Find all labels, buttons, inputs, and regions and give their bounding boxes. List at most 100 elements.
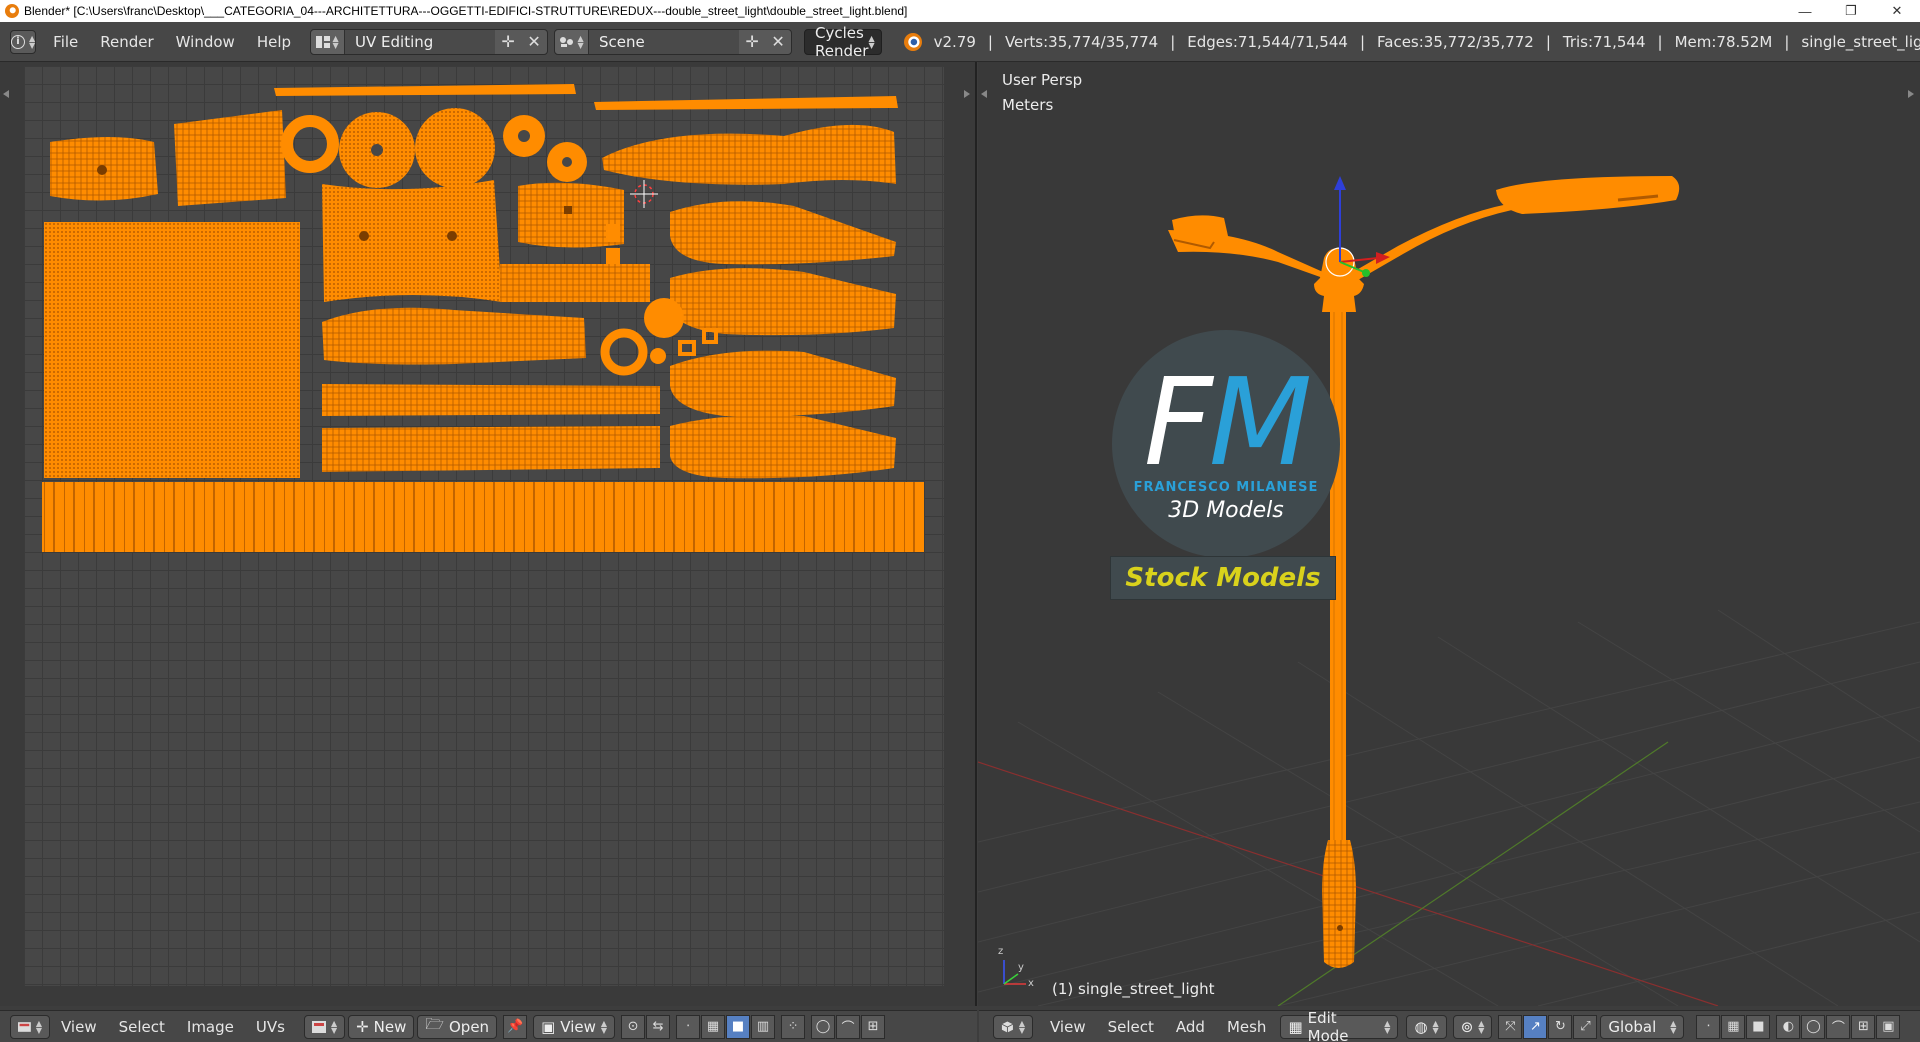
uv-island	[594, 96, 898, 110]
menu-file[interactable]: File	[42, 29, 89, 55]
logo-monogram: FM	[1143, 354, 1313, 493]
scene-icon: ▲ ▼	[555, 29, 590, 54]
uv-image-editor[interactable]	[0, 62, 977, 1006]
3d-viewport[interactable]: User Persp Meters z y x FM FRANCESCO MIL…	[978, 62, 1920, 1006]
region-toggle-icon[interactable]	[964, 90, 970, 98]
occlude-geometry-icon[interactable]: ◐	[1776, 1014, 1801, 1039]
menu-help[interactable]: Help	[246, 29, 302, 55]
viewport-shading-selector[interactable]: ◍ ▲ ▼	[1406, 1014, 1447, 1039]
edge-select-icon[interactable]: ▦	[1721, 1014, 1746, 1039]
close-button[interactable]: ✕	[1874, 0, 1920, 22]
uv-island	[702, 328, 718, 344]
uv-island-hole	[447, 231, 457, 241]
uv-island-hole	[359, 231, 369, 241]
uv-island	[670, 350, 896, 417]
remove-scene-icon[interactable]: ✕	[765, 30, 791, 54]
scene-statistics: v2.79 | Verts:35,774/35,774 | Edges:71,544…	[903, 32, 1920, 51]
stat-object: single_street_light	[1801, 32, 1920, 51]
2d-cursor-icon[interactable]	[630, 180, 658, 208]
image-browse-button[interactable]: ▲ ▼	[303, 1014, 346, 1039]
watermark-logo: FM FRANCESCO MILANESE 3D Models	[1112, 330, 1340, 558]
menu-render[interactable]: Render	[89, 29, 164, 55]
uv-menu-image[interactable]: Image	[176, 1014, 245, 1040]
render-preview-icon[interactable]: ▣	[1876, 1014, 1901, 1039]
uv-island	[602, 124, 896, 185]
editor-type-uv-selector[interactable]: ▲ ▼	[10, 1014, 50, 1039]
face-select-icon[interactable]: ■	[726, 1014, 751, 1039]
add-scene-icon[interactable]: ✛	[739, 30, 765, 54]
logo-author-name: FRANCESCO MILANESE	[1133, 480, 1319, 495]
view-mode-selector[interactable]: ▣ View ▲ ▼	[533, 1014, 616, 1039]
manipulator-toggle-icon[interactable]: ⤧	[1498, 1014, 1523, 1039]
scene-render	[978, 176, 1920, 1006]
editor-type-3d-selector[interactable]: ▲ ▼	[993, 1014, 1033, 1039]
pivot-icon: ⊚	[1460, 1017, 1474, 1036]
island-select-icon[interactable]: ▥	[751, 1014, 776, 1039]
folder-icon: 🗁	[425, 1015, 444, 1033]
minimize-button[interactable]: —	[1782, 0, 1828, 22]
uv-island	[650, 348, 666, 364]
vp-menu-add[interactable]: Add	[1165, 1014, 1216, 1040]
vp-menu-select[interactable]: Select	[1097, 1014, 1165, 1040]
vertex-select-icon[interactable]: ⋅	[676, 1014, 701, 1039]
active-object-label: (1) single_street_light	[1052, 980, 1215, 998]
uv-island-hole	[564, 206, 572, 214]
uv-island	[44, 222, 300, 478]
image-icon	[311, 1020, 326, 1033]
snap-icon[interactable]: ⌒	[1826, 1014, 1851, 1039]
sticky-select-icon[interactable]: ⁘	[781, 1014, 806, 1039]
add-screen-icon[interactable]: ✛	[495, 30, 521, 54]
uv-island	[281, 115, 339, 173]
uv-island	[174, 110, 286, 206]
transform-orientation-selector[interactable]: Global ▲ ▼	[1600, 1014, 1685, 1039]
uv-menu-view[interactable]: View	[50, 1014, 108, 1040]
remove-screen-icon[interactable]: ✕	[521, 30, 547, 54]
uv-island-hole	[97, 165, 107, 175]
vp-menu-view[interactable]: View	[1039, 1014, 1097, 1040]
screen-layout-selector[interactable]: ▲ ▼ UV Editing ✛ ✕	[310, 28, 549, 55]
cube-icon	[1001, 1020, 1014, 1033]
scene-selector[interactable]: ▲ ▼ Scene ✛ ✕	[554, 28, 793, 55]
screen-layout-name[interactable]: UV Editing	[345, 29, 496, 54]
proportional-edit-icon[interactable]: ◯	[1801, 1014, 1826, 1039]
pivot-icon[interactable]: ⊙	[621, 1014, 646, 1039]
snap-icon[interactable]: ⌒	[836, 1014, 861, 1039]
menu-window[interactable]: Window	[165, 29, 246, 55]
scene-name[interactable]: Scene	[589, 29, 740, 54]
logo-tagline: 3D Models	[1168, 498, 1284, 523]
uv-menu-select[interactable]: Select	[108, 1014, 176, 1040]
proportional-edit-icon[interactable]: ◯	[811, 1014, 836, 1039]
vertex-select-icon[interactable]: ⋅	[1696, 1014, 1721, 1039]
pivot-point-selector[interactable]: ⊚ ▲ ▼	[1452, 1014, 1493, 1039]
scale-manipulator-icon[interactable]: ⤢	[1573, 1014, 1598, 1039]
layout-grid-icon: ▲ ▼	[311, 29, 346, 54]
editor-type-info-selector[interactable]: i ▲ ▼	[10, 29, 37, 54]
pin-icon[interactable]: 📌	[503, 1014, 528, 1039]
uv-island	[322, 180, 502, 302]
vp-menu-mesh[interactable]: Mesh	[1216, 1014, 1278, 1040]
uv-menu-uvs[interactable]: UVs	[245, 1014, 296, 1040]
sync-selection-icon[interactable]: ⇆	[646, 1014, 671, 1039]
new-image-button[interactable]: ✛ New	[348, 1014, 415, 1039]
open-image-button[interactable]: 🗁 Open	[417, 1014, 498, 1039]
snap-element-icon[interactable]: ⊞	[861, 1014, 886, 1039]
region-toggle-icon[interactable]	[3, 90, 9, 98]
uv-editor-header: ▲ ▼ View Select Image UVs ▲ ▼ ✛ New 🗁 Open 📌…	[0, 1010, 977, 1042]
image-editor-icon	[18, 1021, 31, 1032]
uv-grid-canvas[interactable]	[24, 66, 944, 986]
face-select-icon[interactable]: ■	[1746, 1014, 1771, 1039]
interaction-mode-selector[interactable]: ▦ Edit Mode ▲ ▼	[1280, 1009, 1399, 1042]
snap-element-icon[interactable]: ⊞	[1851, 1014, 1876, 1039]
uv-island	[500, 264, 650, 302]
stat-verts: Verts:35,774/35,774	[1004, 32, 1159, 51]
translate-manipulator-icon[interactable]: ↗	[1523, 1014, 1548, 1039]
uv-island	[678, 340, 696, 356]
edge-select-icon[interactable]: ▦	[701, 1014, 726, 1039]
render-engine-selector[interactable]: Cycles Render ▲ ▼	[804, 24, 882, 60]
stat-edges: Edges:71,544/71,544	[1187, 32, 1348, 51]
rotate-manipulator-icon[interactable]: ↻	[1548, 1014, 1573, 1039]
uv-island	[415, 108, 495, 188]
restore-button[interactable]: ❐	[1828, 0, 1874, 22]
updown-arrows-icon: ▲ ▼	[868, 33, 875, 50]
stat-tris: Tris:71,544	[1562, 32, 1646, 51]
